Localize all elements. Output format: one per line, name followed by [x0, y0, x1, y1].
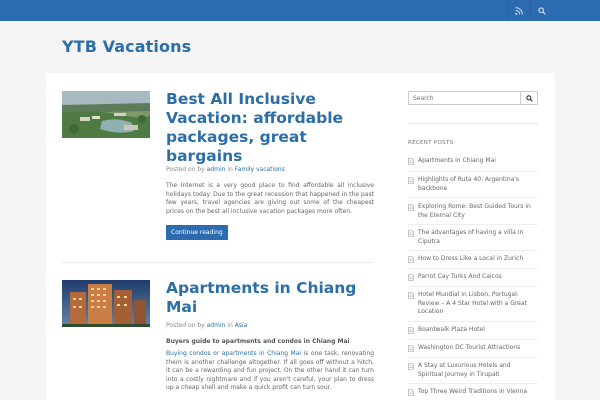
search-widget	[408, 91, 538, 105]
continue-reading-button[interactable]: Continue reading	[166, 225, 228, 240]
recent-post-link[interactable]: Washington DC Tourist Attractions	[418, 344, 536, 353]
post-author-link[interactable]: admin	[207, 166, 226, 173]
post-meta: Posted on by admin in Family vacations	[166, 166, 285, 173]
post-meta-prefix: Posted on by	[166, 166, 205, 173]
document-icon	[408, 158, 414, 165]
list-separator	[408, 250, 538, 251]
document-icon	[408, 292, 414, 299]
top-bar	[0, 0, 600, 21]
post-excerpt: The Internet is a very good place to fin…	[166, 182, 374, 215]
rss-icon[interactable]	[507, 0, 529, 21]
recent-post-link[interactable]: The advantages of having a villa in Cipu…	[418, 229, 536, 246]
document-icon	[408, 345, 414, 352]
list-separator	[408, 171, 538, 172]
document-icon	[408, 274, 414, 281]
document-icon	[408, 256, 414, 263]
post-author-link[interactable]: admin	[207, 322, 226, 329]
post-meta-in: in	[227, 166, 233, 173]
post-excerpt: Buying condos or apartments in Chiang Ma…	[166, 350, 374, 393]
search-icon	[525, 94, 533, 102]
excerpt-link[interactable]: Buying condos or apartments in Chiang Ma…	[166, 350, 301, 357]
search-input[interactable]	[408, 91, 521, 105]
recent-post-link[interactable]: How to Dress Like a Local in Zurich	[418, 255, 536, 264]
search-icon[interactable]	[530, 0, 552, 21]
post-divider	[62, 262, 374, 263]
main-content: Best All Inclusive Vacation: affordable …	[46, 73, 555, 400]
recent-post-link[interactable]: Boardwalk Plaza Hotel	[418, 326, 536, 335]
list-separator	[408, 224, 538, 225]
post-title[interactable]: Best All Inclusive Vacation: affordable …	[166, 90, 381, 166]
post-meta-prefix: Posted on by	[166, 322, 205, 329]
recent-post-link[interactable]: A Stay at Luxurious Hotels and Spiritual…	[418, 362, 536, 379]
post-thumbnail-apartments[interactable]	[62, 280, 150, 327]
post-meta-in: in	[227, 322, 233, 329]
recent-post-link[interactable]: Top Three Weird Traditions in Vienna	[418, 388, 536, 397]
document-icon	[408, 389, 414, 396]
post-meta: Posted on by admin in Asia	[166, 322, 247, 329]
post-subheading: Buyers guide to apartments and condos in…	[166, 338, 350, 345]
list-separator	[408, 268, 538, 269]
recent-post-link[interactable]: Hotel Mundial in Lisbon, Portugal: Revie…	[418, 291, 536, 317]
post-thumbnail-resort[interactable]	[62, 91, 150, 138]
document-icon	[408, 177, 414, 184]
sidebar-divider	[408, 123, 538, 124]
document-icon	[408, 363, 414, 370]
recent-post-link[interactable]: Highlights of Ruta 40: Argentina's backb…	[418, 176, 536, 193]
search-button[interactable]	[520, 91, 538, 105]
document-icon	[408, 327, 414, 334]
list-separator	[408, 383, 538, 384]
list-separator	[408, 197, 538, 198]
recent-posts-heading: RECENT POSTS	[408, 140, 454, 146]
list-separator	[408, 321, 538, 322]
document-icon	[408, 204, 414, 211]
post-category-link[interactable]: Family vacations	[235, 166, 285, 173]
list-separator	[408, 339, 538, 340]
list-separator	[408, 357, 538, 358]
post-category-link[interactable]: Asia	[235, 322, 248, 329]
recent-post-link[interactable]: Parrot Cay Turks And Caicos	[418, 273, 536, 282]
post-title[interactable]: Apartments in Chiang Mai	[166, 279, 381, 317]
site-title[interactable]: YTB Vacations	[62, 37, 191, 56]
recent-post-link[interactable]: Apartments in Chiang Mai	[418, 157, 536, 166]
document-icon	[408, 230, 414, 237]
recent-post-link[interactable]: Exploring Rome: Best Guided Tours in the…	[418, 203, 536, 220]
list-separator	[408, 286, 538, 287]
